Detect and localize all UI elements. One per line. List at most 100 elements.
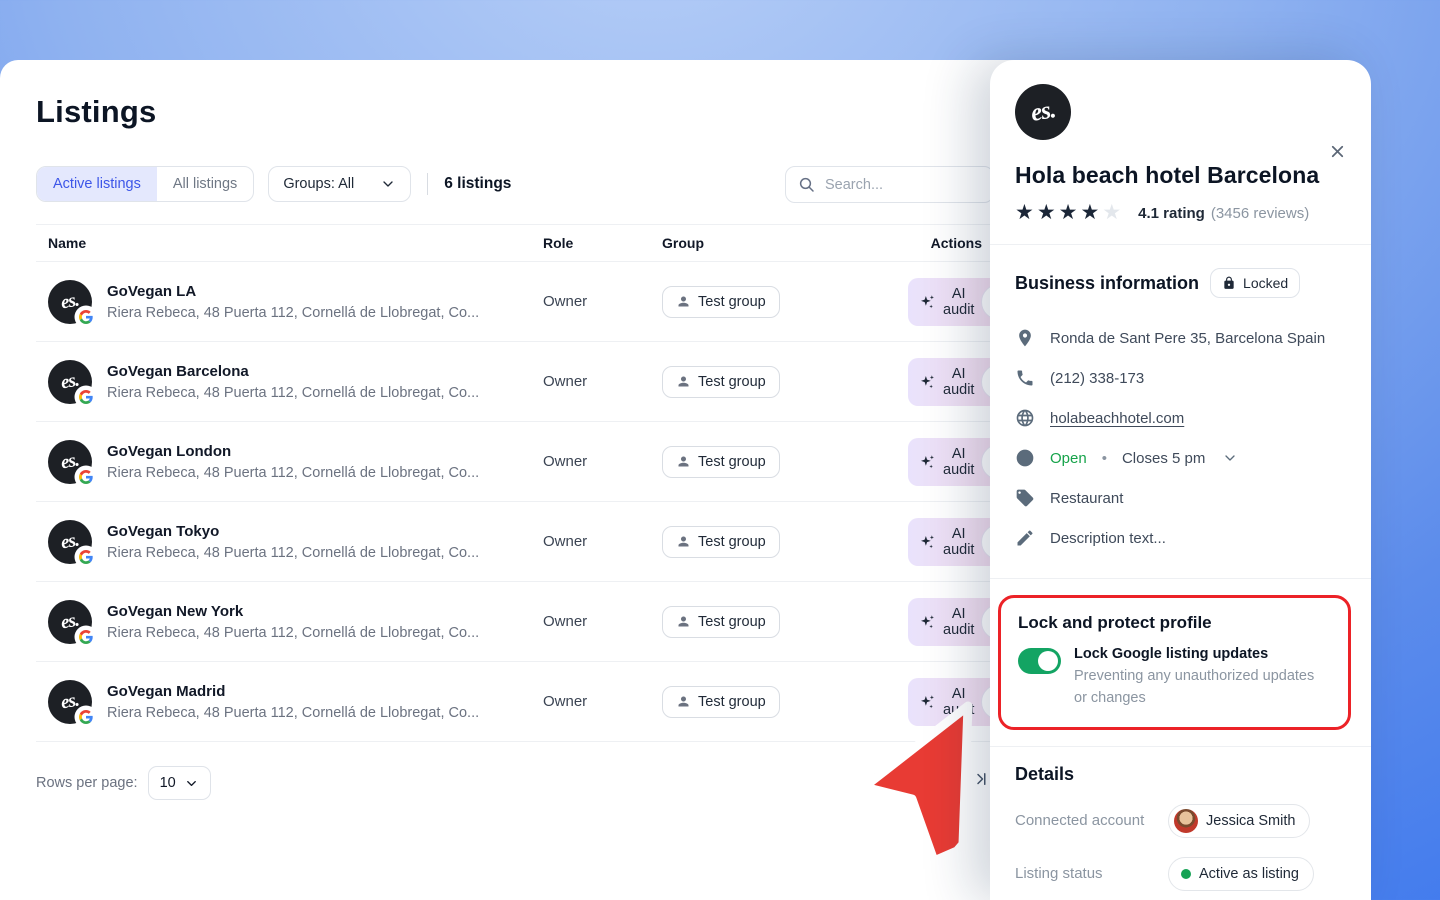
google-badge-icon bbox=[76, 707, 96, 727]
star-icon: ★ bbox=[1102, 201, 1124, 224]
listing-address: Riera Rebeca, 48 Puerta 112, Cornellá de… bbox=[107, 305, 479, 321]
listing-status-label: Listing status bbox=[1015, 865, 1168, 882]
google-badge-icon bbox=[76, 307, 96, 327]
listing-name: GoVegan Barcelona bbox=[107, 363, 479, 380]
open-status: Open bbox=[1050, 450, 1087, 467]
business-info-item[interactable]: (212) 338-173 bbox=[1015, 358, 1346, 398]
business-info-item[interactable]: Description text... bbox=[1015, 518, 1346, 558]
table-row[interactable]: es. GoVegan LA Riera Rebeca, 48 Puerta 1… bbox=[36, 262, 994, 342]
listing-role: Owner bbox=[543, 373, 662, 390]
column-header-group: Group bbox=[662, 235, 908, 251]
group-chip[interactable]: Test group bbox=[662, 606, 780, 638]
business-item-text: Ronda de Sant Pere 35, Barcelona Spain bbox=[1050, 330, 1325, 347]
listing-avatar: es. bbox=[48, 440, 92, 484]
sparkle-icon bbox=[918, 293, 936, 311]
person-icon bbox=[676, 694, 691, 709]
table-row[interactable]: es. GoVegan New York Riera Rebeca, 48 Pu… bbox=[36, 582, 994, 662]
ai-audit-label: AI audit bbox=[943, 606, 974, 638]
column-header-actions: Actions bbox=[908, 235, 982, 251]
chevron-down-icon bbox=[1222, 450, 1238, 466]
search-input[interactable] bbox=[825, 177, 955, 193]
last-page-button[interactable] bbox=[972, 770, 990, 791]
panel-header: es. Hola beach hotel Barcelona ★★★★★ 4.1… bbox=[990, 60, 1371, 244]
listing-status-badge: Active as listing bbox=[1168, 857, 1314, 891]
star-icon: ★ bbox=[1059, 201, 1081, 224]
group-chip[interactable]: Test group bbox=[662, 446, 780, 478]
person-icon bbox=[676, 294, 691, 309]
details-heading: Details bbox=[1015, 764, 1346, 785]
lock-icon bbox=[1222, 276, 1236, 290]
group-chip[interactable]: Test group bbox=[662, 286, 780, 318]
table-row[interactable]: es. GoVegan Tokyo Riera Rebeca, 48 Puert… bbox=[36, 502, 994, 582]
rows-per-page-select[interactable]: 10 bbox=[148, 766, 211, 800]
business-info-item[interactable]: Ronda de Sant Pere 35, Barcelona Spain bbox=[1015, 318, 1346, 358]
connected-account-label: Connected account bbox=[1015, 812, 1168, 829]
rating-value: 4.1 rating bbox=[1138, 205, 1205, 222]
sparkle-icon bbox=[918, 693, 936, 711]
group-chip[interactable]: Test group bbox=[662, 526, 780, 558]
listing-address: Riera Rebeca, 48 Puerta 112, Cornellá de… bbox=[107, 465, 479, 481]
listing-avatar: es. bbox=[48, 360, 92, 404]
chevron-down-icon bbox=[184, 776, 199, 791]
business-info-list: Ronda de Sant Pere 35, Barcelona Spain (… bbox=[1015, 318, 1346, 558]
table-row[interactable]: es. GoVegan Barcelona Riera Rebeca, 48 P… bbox=[36, 342, 994, 422]
last-page-icon bbox=[972, 770, 990, 788]
business-item-icon bbox=[1015, 328, 1035, 348]
toolbar: Active listings All listings Groups: All… bbox=[36, 166, 994, 202]
listing-role: Owner bbox=[543, 293, 662, 310]
listing-detail-panel: es. Hola beach hotel Barcelona ★★★★★ 4.1… bbox=[990, 60, 1371, 900]
lock-updates-toggle[interactable] bbox=[1018, 648, 1061, 674]
sparkle-icon bbox=[918, 373, 936, 391]
listing-address: Riera Rebeca, 48 Puerta 112, Cornellá de… bbox=[107, 625, 479, 641]
business-item-icon bbox=[1015, 368, 1035, 388]
lock-section-heading: Lock and protect profile bbox=[1018, 613, 1330, 633]
group-chip-label: Test group bbox=[698, 694, 766, 710]
ai-audit-label: AI audit bbox=[943, 366, 974, 398]
business-item-icon bbox=[1015, 448, 1035, 468]
star-rating: ★★★★★ bbox=[1015, 202, 1124, 224]
first-page-button[interactable] bbox=[870, 770, 888, 791]
listing-address: Riera Rebeca, 48 Puerta 112, Cornellá de… bbox=[107, 705, 479, 721]
page-title: Listings bbox=[36, 94, 994, 130]
lock-toggle-description: Preventing any unauthorized updates or c… bbox=[1074, 666, 1330, 710]
tab-all-listings[interactable]: All listings bbox=[157, 167, 253, 201]
google-badge-icon bbox=[76, 547, 96, 567]
table-row[interactable]: es. GoVegan London Riera Rebeca, 48 Puer… bbox=[36, 422, 994, 502]
listing-name: GoVegan LA bbox=[107, 283, 479, 300]
lock-toggle-label: Lock Google listing updates bbox=[1074, 646, 1330, 662]
close-button[interactable] bbox=[1322, 136, 1353, 170]
person-icon bbox=[676, 534, 691, 549]
table-row[interactable]: es. GoVegan Madrid Riera Rebeca, 48 Puer… bbox=[36, 662, 994, 742]
es-logo: es. bbox=[1029, 96, 1058, 128]
prev-page-button[interactable] bbox=[904, 770, 922, 791]
listing-role: Owner bbox=[543, 693, 662, 710]
business-info-item[interactable]: Open • Closes 5 pm bbox=[1015, 438, 1346, 478]
group-chip-label: Test group bbox=[698, 454, 766, 470]
separator-dot: • bbox=[1102, 450, 1107, 467]
group-chip[interactable]: Test group bbox=[662, 366, 780, 398]
person-icon bbox=[676, 454, 691, 469]
pagination-bar: Rows per page: 10 bbox=[36, 764, 994, 802]
connected-account-chip[interactable]: Jessica Smith bbox=[1168, 804, 1310, 838]
listing-address: Riera Rebeca, 48 Puerta 112, Cornellá de… bbox=[107, 545, 479, 561]
listing-role: Owner bbox=[543, 613, 662, 630]
google-badge-icon bbox=[76, 627, 96, 647]
listing-name: GoVegan Madrid bbox=[107, 683, 479, 700]
star-icon: ★ bbox=[1015, 201, 1037, 224]
business-item-text: Closes 5 pm bbox=[1122, 450, 1205, 467]
close-icon bbox=[1328, 142, 1347, 161]
tab-active-listings[interactable]: Active listings bbox=[37, 167, 157, 201]
business-info-item[interactable]: Restaurant bbox=[1015, 478, 1346, 518]
groups-filter-dropdown[interactable]: Groups: All bbox=[268, 166, 411, 202]
listing-avatar: es. bbox=[48, 680, 92, 724]
listing-name: GoVegan Tokyo bbox=[107, 523, 479, 540]
listing-address: Riera Rebeca, 48 Puerta 112, Cornellá de… bbox=[107, 385, 479, 401]
groups-filter-label: Groups: All bbox=[283, 176, 354, 192]
person-icon bbox=[676, 614, 691, 629]
table-header: Name Role Group Actions bbox=[36, 225, 994, 262]
group-chip[interactable]: Test group bbox=[662, 686, 780, 718]
ai-audit-label: AI audit bbox=[943, 526, 974, 558]
rows-per-page-label: Rows per page: bbox=[36, 775, 138, 791]
next-page-button[interactable] bbox=[938, 770, 956, 791]
business-info-item[interactable]: holabeachhotel.com bbox=[1015, 398, 1346, 438]
